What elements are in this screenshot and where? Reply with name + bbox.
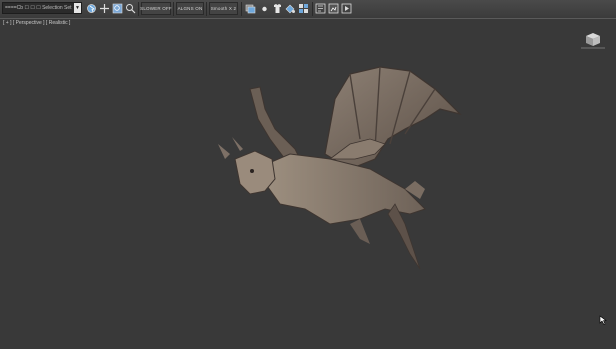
- mouse-cursor-icon: [599, 315, 607, 325]
- toolbar-separator: [138, 2, 139, 16]
- toolbar-separator: [206, 2, 207, 16]
- zoom-icon[interactable]: [112, 3, 123, 14]
- grid-icon[interactable]: [298, 3, 309, 14]
- paint-icon[interactable]: [285, 3, 296, 14]
- toolbar-separator: [241, 2, 242, 16]
- toolbar-separator: [312, 2, 313, 16]
- select-object-icon[interactable]: [86, 3, 97, 14]
- shirt-icon[interactable]: [272, 3, 283, 14]
- main-toolbar: ====Cb ☐ ☐ ☐ Selection Set ▼ SLOWER OFF …: [0, 0, 616, 19]
- render-frame-icon[interactable]: [328, 3, 339, 14]
- toggle-slower-button[interactable]: SLOWER OFF: [140, 2, 172, 15]
- render-setup-icon[interactable]: [315, 3, 326, 14]
- gargoyle-model[interactable]: [210, 59, 470, 274]
- sphere-icon[interactable]: [259, 3, 270, 14]
- toolbar-separator: [173, 2, 174, 16]
- layers-icon[interactable]: [245, 3, 256, 14]
- chevron-down-icon[interactable]: ▼: [74, 3, 81, 13]
- selection-set-value: ====Cb ☐ ☐ ☐ Selection Set: [5, 5, 72, 11]
- move-icon[interactable]: [99, 3, 110, 14]
- selection-set-dropdown[interactable]: ====Cb ☐ ☐ ☐ Selection Set ▼: [2, 2, 82, 14]
- perspective-viewport[interactable]: [ + ] [ Perspective ] [ Realistic ]: [0, 18, 616, 349]
- view-cube-icon[interactable]: [580, 31, 606, 51]
- viewport-label[interactable]: [ + ] [ Perspective ] [ Realistic ]: [3, 20, 70, 26]
- zoom-all-icon[interactable]: [125, 3, 136, 14]
- render-icon[interactable]: [341, 3, 352, 14]
- toggle-aligns-button[interactable]: ALGNS ON: [176, 2, 204, 15]
- smooth-button[interactable]: Smooth X 2: [209, 2, 238, 15]
